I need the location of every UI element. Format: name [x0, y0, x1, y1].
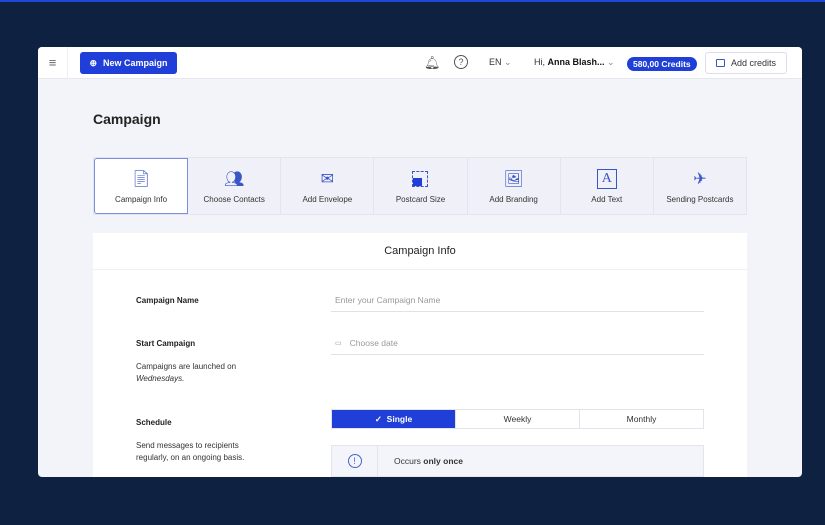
document-icon: 📄︎	[130, 170, 152, 188]
schedule-monthly[interactable]: Monthly	[580, 410, 703, 428]
step-campaign-info[interactable]: 📄︎ Campaign Info	[94, 158, 189, 214]
schedule-desc-1: Send messages to recipients	[136, 441, 239, 450]
chevron-down-icon: ⌄	[607, 57, 615, 67]
user-menu[interactable]: Hi, Anna Blash... ⌄	[534, 57, 615, 68]
info-icon-wrap: !	[332, 445, 378, 477]
new-campaign-button[interactable]: ⊕ New Campaign	[80, 52, 177, 74]
step-add-text[interactable]: A Add Text	[561, 158, 654, 214]
size-icon	[410, 169, 430, 189]
step-sending-postcards[interactable]: ✈︎ Sending Postcards	[654, 158, 746, 214]
schedule-toggle: ✓ Single Weekly Monthly	[331, 409, 704, 429]
header: ≡ ⊕ New Campaign 🔔︎ ? EN ⌄ Hi, Anna Blash…	[38, 47, 802, 79]
new-campaign-label: New Campaign	[103, 58, 168, 68]
step-postcard-size[interactable]: Postcard Size	[374, 158, 468, 214]
step-add-envelope[interactable]: ✉︎ Add Envelope	[281, 158, 375, 214]
step-label: Add Envelope	[302, 194, 353, 204]
top-accent-line	[0, 0, 825, 2]
page-title: Campaign	[93, 111, 161, 127]
campaign-info-card: Campaign Info Campaign Name Enter your C…	[93, 233, 747, 477]
calendar-icon: ▭	[335, 339, 342, 347]
schedule-note: ! Occurs only once	[331, 445, 704, 477]
card-icon	[715, 59, 725, 67]
step-label: Add Text	[591, 194, 623, 204]
step-label: Add Branding	[489, 194, 538, 204]
add-credits-label: Add credits	[730, 58, 777, 68]
user-name: Anna Blash...	[547, 57, 605, 67]
schedule-label: Schedule	[136, 418, 172, 427]
language-select[interactable]: EN ⌄	[489, 57, 512, 68]
card-title: Campaign Info	[93, 233, 747, 270]
image-icon: 🖼︎	[503, 170, 524, 188]
step-label: Sending Postcards	[666, 194, 734, 204]
plus-circle-icon: ⊕	[89, 57, 98, 68]
step-label: Postcard Size	[395, 194, 446, 204]
date-placeholder: Choose date	[349, 337, 398, 348]
campaign-name-label: Campaign Name	[136, 296, 199, 305]
date-input[interactable]: ▭ Choose date	[331, 331, 704, 355]
start-day: Wednesdays.	[136, 374, 185, 383]
start-campaign-label: Start Campaign	[136, 339, 196, 348]
greeting: Hi,	[534, 57, 545, 67]
start-description: Campaigns are launched on Wednesdays.	[136, 361, 236, 385]
bell-icon[interactable]: 🔔︎	[424, 55, 441, 71]
campaign-name-input[interactable]: Enter your Campaign Name	[331, 288, 704, 312]
step-choose-contacts[interactable]: 👥︎ Choose Contacts	[188, 158, 282, 214]
language-label: EN	[489, 57, 502, 67]
step-label: Choose Contacts	[203, 194, 265, 204]
step-label: Campaign Info	[115, 194, 168, 204]
schedule-single[interactable]: ✓ Single	[332, 410, 456, 428]
schedule-description: Send messages to recipients regularly, on…	[136, 440, 244, 464]
app-window: ≡ ⊕ New Campaign 🔔︎ ? EN ⌄ Hi, Anna Blash…	[38, 47, 802, 477]
schedule-desc-2: regularly, on an ongoing basis.	[136, 453, 245, 462]
schedule-weekly[interactable]: Weekly	[456, 410, 580, 428]
hamburger-icon[interactable]: ≡	[38, 47, 68, 79]
text-icon: A	[596, 168, 617, 189]
envelope-icon: ✉︎	[320, 170, 335, 188]
credits-badge: 580,00 Credits	[627, 57, 697, 71]
check-icon: ✓	[374, 414, 382, 424]
single-label: Single	[386, 414, 413, 424]
note-prefix: Occurs	[394, 456, 421, 466]
campaign-name-placeholder: Enter your Campaign Name	[335, 294, 441, 305]
info-icon: !	[347, 454, 362, 468]
wizard-steps: 📄︎ Campaign Info 👥︎ Choose Contacts ✉︎ Add …	[93, 157, 747, 215]
add-credits-button[interactable]: Add credits	[705, 52, 787, 74]
start-desc-text: Campaigns are launched on	[136, 362, 237, 371]
help-icon[interactable]: ?	[454, 55, 468, 69]
chevron-down-icon: ⌄	[504, 57, 512, 67]
note-bold: only once	[423, 456, 463, 466]
step-add-branding[interactable]: 🖼︎ Add Branding	[468, 158, 561, 214]
send-icon: ✈︎	[693, 170, 707, 188]
contacts-icon: 👥︎	[224, 170, 245, 188]
